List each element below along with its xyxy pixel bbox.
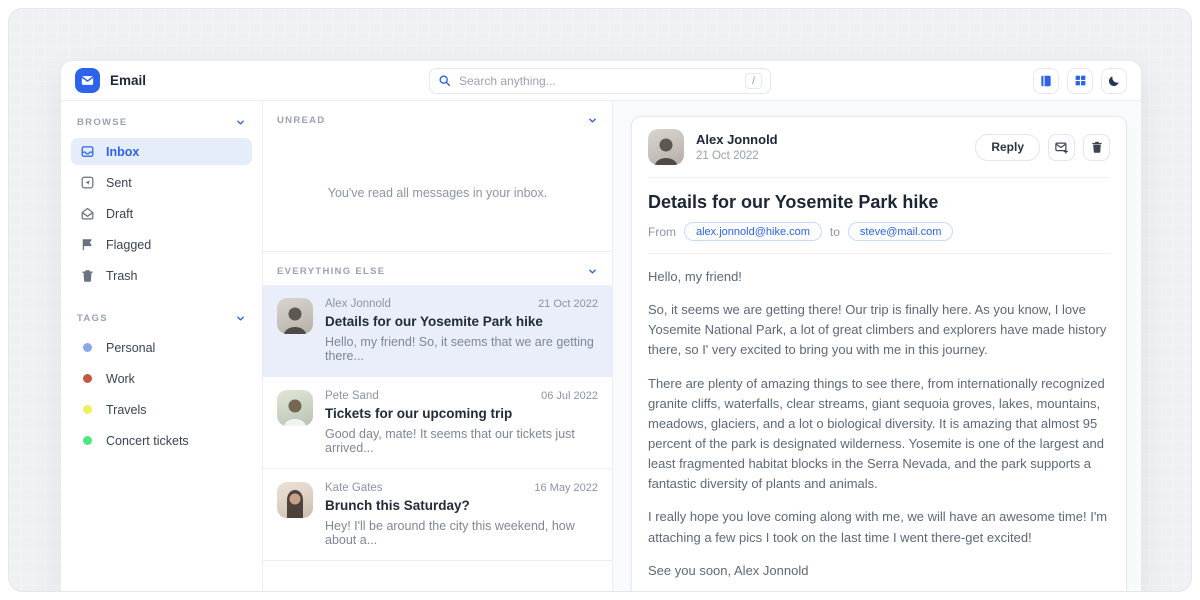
sidebar-item-draft[interactable]: Draft bbox=[71, 200, 252, 227]
everything-else-section-label: EVERYTHING ELSE bbox=[277, 266, 385, 277]
desktop-background: Email / bbox=[8, 8, 1192, 592]
sidebar-item-flagged[interactable]: Flagged bbox=[71, 231, 252, 258]
app-header: Email / bbox=[61, 61, 1141, 101]
email-preview: Good day, mate! It seems that our ticket… bbox=[325, 427, 598, 455]
list-item-email-2[interactable]: Pete Sand 06 Jul 2022 Tickets for our up… bbox=[263, 376, 612, 468]
unread-section-label: UNREAD bbox=[277, 115, 325, 126]
body-paragraph: There are plenty of amazing things to se… bbox=[648, 374, 1110, 495]
forward-email-button[interactable] bbox=[1048, 134, 1075, 161]
email-app-window: Email / bbox=[61, 61, 1141, 591]
tag-color-dot bbox=[83, 343, 92, 352]
book-icon bbox=[1039, 74, 1053, 88]
email-detail-panel: Alex Jonnold 21 Oct 2022 Reply bbox=[613, 101, 1141, 591]
tag-item-personal[interactable]: Personal bbox=[71, 334, 252, 361]
search-bar[interactable]: / bbox=[429, 68, 771, 94]
detail-date: 21 Oct 2022 bbox=[696, 150, 778, 162]
to-label: to bbox=[830, 225, 840, 239]
trash-icon bbox=[1090, 140, 1104, 154]
sidebar-item-label: Draft bbox=[106, 207, 133, 221]
tag-item-work[interactable]: Work bbox=[71, 365, 252, 392]
list-item-email-3[interactable]: Kate Gates 16 May 2022 Brunch this Satur… bbox=[263, 468, 612, 561]
email-date: 16 May 2022 bbox=[534, 482, 598, 494]
chevron-down-icon[interactable] bbox=[587, 115, 598, 126]
search-input[interactable] bbox=[459, 74, 737, 88]
email-sender: Pete Sand bbox=[325, 390, 379, 402]
sidebar-item-trash[interactable]: Trash bbox=[71, 262, 252, 289]
avatar bbox=[277, 390, 313, 426]
to-email-chip[interactable]: steve@mail.com bbox=[848, 222, 953, 241]
grid-icon bbox=[1074, 74, 1087, 87]
divider bbox=[648, 177, 1110, 178]
detail-subject: Details for our Yosemite Park hike bbox=[648, 192, 1110, 213]
chevron-down-icon[interactable] bbox=[235, 313, 246, 324]
email-date: 21 Oct 2022 bbox=[538, 298, 598, 310]
tag-label: Personal bbox=[106, 341, 155, 355]
draft-icon bbox=[80, 206, 95, 221]
tag-label: Travels bbox=[106, 403, 147, 417]
chevron-down-icon[interactable] bbox=[235, 117, 246, 128]
avatar bbox=[277, 298, 313, 334]
from-email-chip[interactable]: alex.jonnold@hike.com bbox=[684, 222, 822, 241]
sidebar-item-inbox[interactable]: Inbox bbox=[71, 138, 252, 165]
trash-icon bbox=[80, 268, 95, 283]
search-shortcut-badge: / bbox=[745, 73, 762, 89]
search-icon bbox=[438, 74, 451, 87]
divider bbox=[648, 253, 1110, 254]
tag-item-concert-tickets[interactable]: Concert tickets bbox=[71, 427, 252, 454]
body-paragraph: So, it seems we are getting there! Our t… bbox=[648, 300, 1110, 360]
inbox-icon bbox=[80, 144, 95, 159]
browse-section-label: BROWSE bbox=[77, 117, 128, 128]
moon-icon bbox=[1107, 74, 1121, 88]
apps-button[interactable] bbox=[1067, 68, 1093, 94]
sent-icon bbox=[80, 175, 95, 190]
unread-empty-message: You've read all messages in your inbox. bbox=[263, 134, 612, 252]
sidebar-item-label: Inbox bbox=[106, 145, 139, 159]
email-subject: Brunch this Saturday? bbox=[325, 498, 598, 513]
detail-sender-name: Alex Jonnold bbox=[696, 132, 778, 147]
from-label: From bbox=[648, 225, 676, 239]
app-title: Email bbox=[110, 73, 146, 88]
list-item-email-1[interactable]: Alex Jonnold 21 Oct 2022 Details for our… bbox=[263, 285, 612, 376]
email-subject: Details for our Yosemite Park hike bbox=[325, 314, 598, 329]
tag-item-travels[interactable]: Travels bbox=[71, 396, 252, 423]
tag-color-dot bbox=[83, 436, 92, 445]
flag-icon bbox=[80, 237, 95, 252]
email-logo-icon bbox=[75, 68, 100, 93]
avatar bbox=[277, 482, 313, 518]
email-body: Hello, my friend! So, it seems we are ge… bbox=[648, 267, 1110, 581]
mail-list-column: UNREAD You've read all messages in your … bbox=[263, 101, 613, 591]
email-subject: Tickets for our upcoming trip bbox=[325, 406, 598, 421]
sidebar: BROWSE Inbox Sent bbox=[61, 101, 263, 591]
body-paragraph: I really hope you love coming along with… bbox=[648, 507, 1110, 547]
sidebar-item-label: Trash bbox=[106, 269, 138, 283]
avatar bbox=[648, 129, 684, 165]
tags-section-label: TAGS bbox=[77, 313, 108, 324]
sidebar-item-sent[interactable]: Sent bbox=[71, 169, 252, 196]
tag-label: Concert tickets bbox=[106, 434, 189, 448]
addressbook-button[interactable] bbox=[1033, 68, 1059, 94]
body-paragraph: See you soon, Alex Jonnold bbox=[648, 561, 1110, 581]
delete-email-button[interactable] bbox=[1083, 134, 1110, 161]
chevron-down-icon[interactable] bbox=[587, 266, 598, 277]
sidebar-item-label: Sent bbox=[106, 176, 132, 190]
email-preview: Hey! I'll be around the city this weeken… bbox=[325, 519, 598, 547]
email-sender: Alex Jonnold bbox=[325, 298, 391, 310]
tag-color-dot bbox=[83, 405, 92, 414]
email-preview: Hello, my friend! So, it seems that we a… bbox=[325, 335, 598, 363]
reply-button[interactable]: Reply bbox=[975, 134, 1040, 161]
envelope-plus-icon bbox=[1054, 140, 1069, 155]
body-paragraph: Hello, my friend! bbox=[648, 267, 1110, 287]
tag-color-dot bbox=[83, 374, 92, 383]
email-sender: Kate Gates bbox=[325, 482, 383, 494]
email-date: 06 Jul 2022 bbox=[541, 390, 598, 402]
email-detail-card: Alex Jonnold 21 Oct 2022 Reply bbox=[631, 116, 1127, 592]
tag-label: Work bbox=[106, 372, 135, 386]
sidebar-item-label: Flagged bbox=[106, 238, 151, 252]
dark-mode-button[interactable] bbox=[1101, 68, 1127, 94]
